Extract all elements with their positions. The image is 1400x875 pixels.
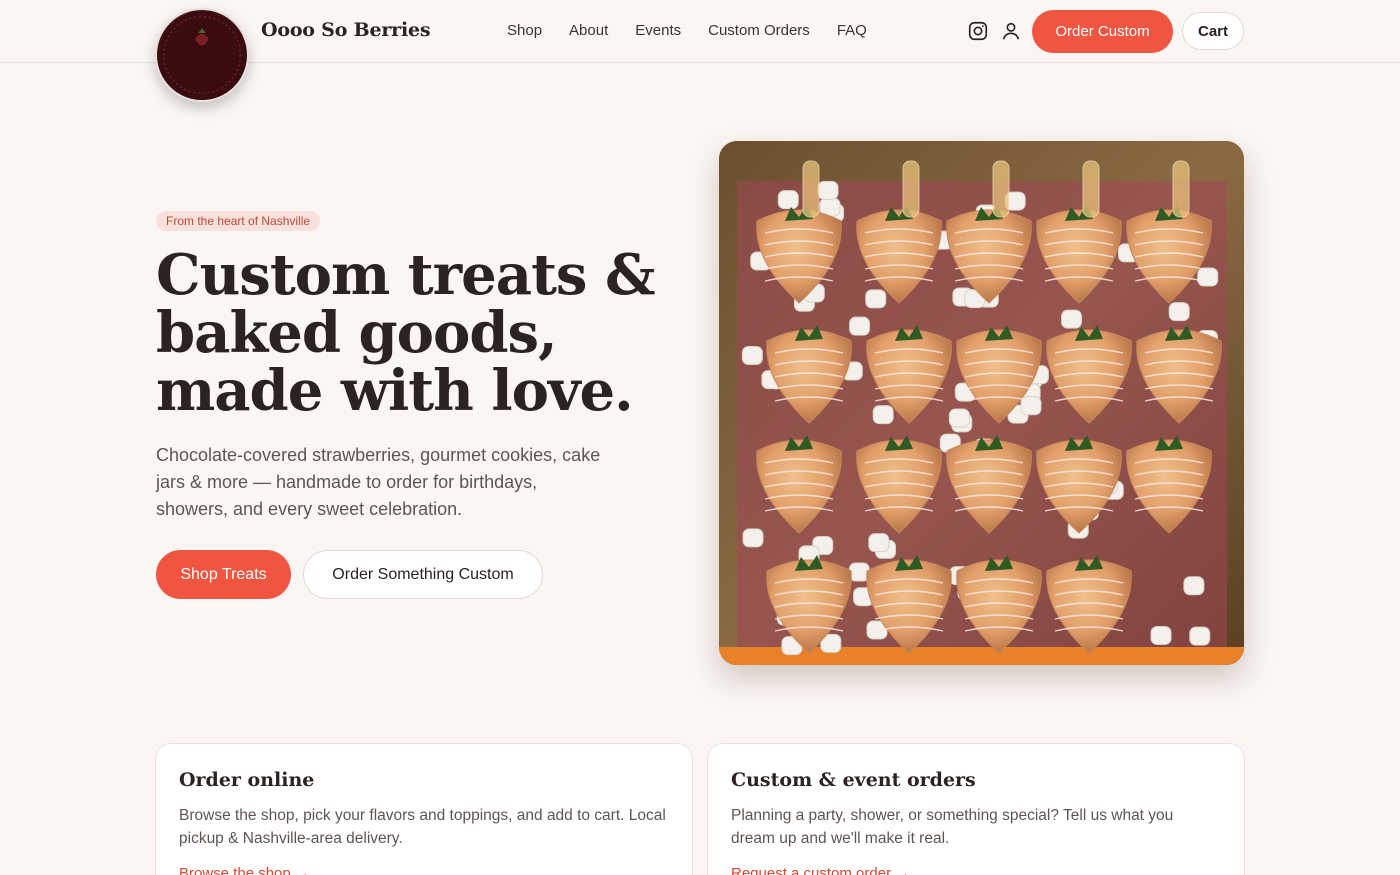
hero-description: Chocolate-covered strawberries, gourmet … <box>156 445 601 519</box>
hero-image <box>719 141 1244 665</box>
marshmallow <box>777 190 799 210</box>
hero-title-line: Custom treats & <box>156 242 656 308</box>
marshmallow <box>1197 267 1219 287</box>
card-title: Order online <box>179 769 315 791</box>
main-nav: Shop About Events Custom Orders FAQ <box>507 22 894 39</box>
marshmallow <box>1150 625 1172 645</box>
marshmallow <box>1189 626 1211 646</box>
nav-about[interactable]: About <box>569 22 608 39</box>
liqueur-pipette <box>992 160 1010 218</box>
liqueur-pipette <box>1082 160 1100 218</box>
card-title: Custom & event orders <box>731 769 976 791</box>
card-text: Browse the shop, pick your flavors and t… <box>179 807 666 847</box>
logo[interactable] <box>155 8 249 102</box>
location-badge: From the heart of Nashville <box>156 211 321 231</box>
hero-title-line: made with love. <box>156 358 634 424</box>
liqueur-pipette <box>1172 160 1190 218</box>
brand-name[interactable]: Oooo So Berries <box>261 19 431 41</box>
order-online-card: Order online Browse the shop, pick your … <box>155 743 693 875</box>
marshmallow <box>872 405 894 425</box>
marshmallow <box>948 408 970 428</box>
strawberries-box-image <box>719 141 1244 665</box>
browse-shop-link[interactable]: Browse the shop → <box>179 865 310 875</box>
order-something-custom-button[interactable]: Order Something Custom <box>303 550 543 599</box>
liqueur-pipette <box>802 160 820 218</box>
request-custom-order-link[interactable]: Request a custom order → <box>731 865 910 875</box>
card-text: Planning a party, shower, or something s… <box>731 807 1174 847</box>
marshmallow <box>865 289 887 309</box>
order-custom-button[interactable]: Order Custom <box>1032 10 1173 53</box>
marshmallow <box>817 180 839 200</box>
marshmallow <box>741 346 763 366</box>
nav-faq[interactable]: FAQ <box>837 22 867 39</box>
custom-event-orders-card: Custom & event orders Planning a party, … <box>707 743 1245 875</box>
user-icon[interactable] <box>999 19 1023 43</box>
nav-events[interactable]: Events <box>635 22 681 39</box>
shop-treats-button[interactable]: Shop Treats <box>156 550 291 599</box>
nav-custom-orders[interactable]: Custom Orders <box>708 22 810 39</box>
marshmallow <box>868 533 890 553</box>
hero-title: Custom treats & baked goods, made with l… <box>156 246 656 420</box>
nav-shop[interactable]: Shop <box>507 22 542 39</box>
cart-button[interactable]: Cart <box>1182 12 1244 50</box>
site-header: Oooo So Berries Shop About Events Custom… <box>0 0 1400 102</box>
marshmallow <box>742 528 764 548</box>
liqueur-pipette <box>902 160 920 218</box>
logo-image <box>158 11 246 99</box>
marshmallow <box>849 316 871 336</box>
marshmallow <box>1168 302 1190 322</box>
marshmallow <box>1183 576 1205 596</box>
hero-title-line: baked goods, <box>156 300 558 366</box>
marshmallow <box>1060 309 1082 329</box>
instagram-icon[interactable] <box>966 19 990 43</box>
